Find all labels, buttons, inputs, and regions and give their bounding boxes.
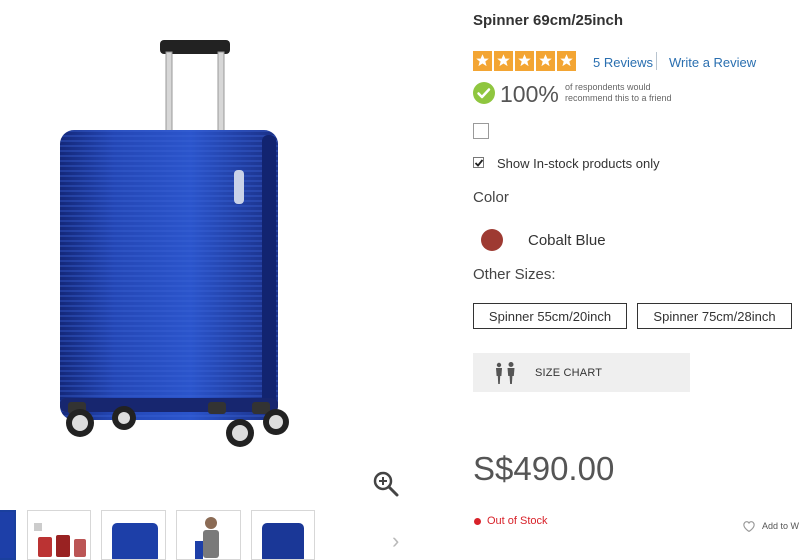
- stock-status-dot: [474, 518, 481, 525]
- thumbnail-3[interactable]: [101, 510, 166, 560]
- heart-icon: [743, 521, 755, 532]
- thumbnail-next-arrow[interactable]: ›: [392, 530, 408, 552]
- thumbnail-1[interactable]: [0, 510, 16, 560]
- star-icon: [515, 51, 534, 71]
- rating-stars: [473, 51, 576, 71]
- thumbnail-2[interactable]: [27, 510, 91, 560]
- size-chart-label: SIZE CHART: [535, 367, 603, 379]
- size-option-75cm[interactable]: Spinner 75cm/28inch: [637, 303, 792, 329]
- instock-label: Show In-stock products only: [497, 156, 660, 171]
- thumbnail-image: [0, 512, 14, 558]
- thumbnail-image: [112, 523, 158, 559]
- wishlist-label: Add to W: [762, 521, 800, 531]
- checkmark-icon: [473, 82, 495, 104]
- thumbnail-image: [34, 523, 86, 557]
- color-swatch[interactable]: [481, 229, 503, 251]
- zoom-icon[interactable]: [372, 470, 400, 498]
- recommend-text-line1: of respondents would: [565, 82, 651, 92]
- thumbnail-4[interactable]: [176, 510, 241, 560]
- thumbnail-image: [195, 517, 219, 559]
- recommend-percent: 100%: [500, 81, 559, 107]
- size-option-55cm[interactable]: Spinner 55cm/20inch: [473, 303, 627, 329]
- size-chart-button[interactable]: SIZE CHART: [473, 353, 690, 392]
- other-sizes-heading: Other Sizes:: [473, 266, 556, 283]
- people-icon: [496, 362, 515, 384]
- color-heading: Color: [473, 189, 509, 206]
- write-review-link[interactable]: Write a Review: [669, 55, 756, 70]
- add-to-wishlist[interactable]: Add to W: [742, 520, 799, 532]
- thumbnail-image: [262, 523, 304, 559]
- reviews-link[interactable]: 5 Reviews: [593, 55, 653, 70]
- star-icon: [494, 51, 513, 71]
- product-title: Spinner 69cm/25inch: [473, 12, 624, 29]
- star-icon: [536, 51, 555, 71]
- price: S$490.00: [473, 450, 615, 487]
- star-icon: [557, 51, 576, 71]
- review-separator: [656, 52, 657, 70]
- check-icon: [474, 159, 484, 167]
- empty-checkbox[interactable]: [473, 123, 489, 139]
- color-name: Cobalt Blue: [528, 232, 606, 249]
- product-image[interactable]: [40, 30, 320, 460]
- recommend-text-line2: recommend this to a friend: [565, 93, 672, 103]
- stock-status: Out of Stock: [487, 515, 548, 527]
- thumbnail-5[interactable]: [251, 510, 315, 560]
- star-icon: [473, 51, 492, 71]
- instock-checkbox[interactable]: [473, 157, 484, 168]
- recommend-text: of respondents would recommend this to a…: [565, 82, 695, 104]
